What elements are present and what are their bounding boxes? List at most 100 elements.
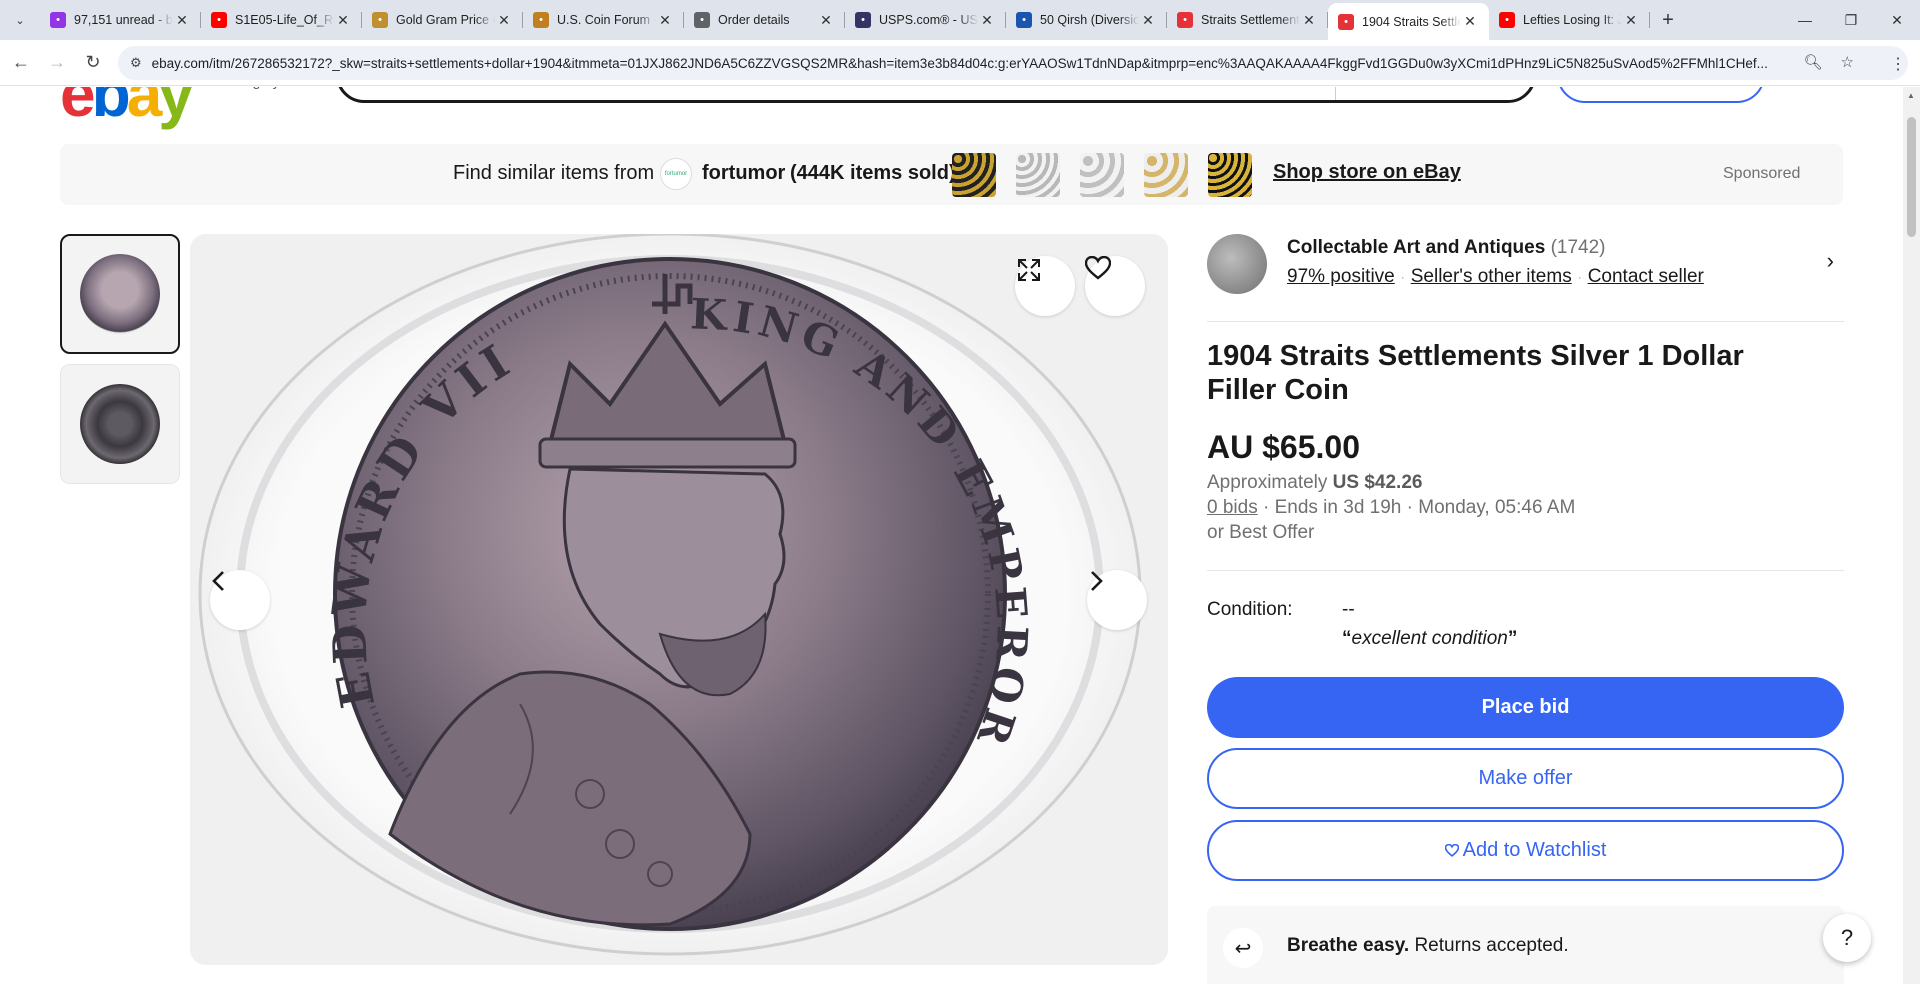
ebay-logo[interactable]: ebay [60,87,194,131]
approx-label: Approximately [1207,472,1328,493]
close-window-button[interactable]: ✕ [1874,0,1920,40]
seller-card: Collectable Art and Antiques (1742) 97% … [1207,234,1844,322]
new-tab-button[interactable]: + [1650,3,1686,37]
close-tab-icon[interactable]: ✕ [1622,11,1640,29]
store-item-thumb[interactable] [952,153,996,197]
browser-tab[interactable]: • USPS.com® - USP ✕ [845,3,1006,37]
coin-obverse-thumb [80,254,160,334]
condition-quote: excellent condition [1351,628,1508,649]
main-image[interactable]: EDWARD VII KING AND EMPEROR [190,234,1168,965]
scrollbar-thumb[interactable] [1907,117,1916,237]
returns-banner: ↩ Breathe easy. Returns accepted. [1207,906,1844,984]
close-tab-icon[interactable]: ✕ [817,11,835,29]
end-time: Monday, 05:46 AM [1418,497,1576,518]
address-bar[interactable]: ⚙ ebay.com/itm/267286532172?_skw=straits… [118,46,1908,80]
seller-other-items-link[interactable]: Seller's other items [1411,266,1572,288]
return-arrow-icon: ↩ [1223,928,1263,968]
bids-link[interactable]: 0 bids [1207,497,1258,518]
back-button[interactable]: ← [6,48,36,78]
logo-letter-y: y [158,87,194,130]
tab-search-button[interactable]: ⌄ [0,0,40,40]
page-content: ebay category Find similar items from fo… [0,87,1903,984]
thumbnail-reverse[interactable] [60,364,180,484]
browser-tab[interactable]: • U.S. Coin Forum - ✕ [523,3,684,37]
previous-image-button[interactable] [210,570,270,630]
place-bid-button[interactable]: Place bid [1207,677,1844,738]
search-divider [1335,87,1336,100]
seller-links: 97% positive · Seller's other items · Co… [1287,266,1704,288]
search-input[interactable] [336,87,1536,103]
site-info-icon[interactable]: ⚙ [130,55,142,71]
browser-tab[interactable]: • 97,151 unread - b ✕ [40,3,201,37]
watchlist-label: Add to Watchlist [1462,839,1607,861]
close-tab-icon[interactable]: ✕ [495,11,513,29]
store-name[interactable]: fortumor [702,162,785,185]
tab-title: Order details [718,13,790,27]
close-tab-icon[interactable]: ✕ [1300,11,1318,29]
forward-button[interactable]: → [42,48,72,78]
category-label[interactable]: category [226,87,280,89]
store-item-thumb[interactable] [1080,153,1124,197]
approx-value: US $42.26 [1332,472,1423,493]
returns-text: Breathe easy. Returns accepted. [1287,935,1569,957]
condition-description: “excellent condition” [1342,628,1518,649]
bid-info: 0 bids · Ends in 3d 19h · Monday, 05:46 … [1207,497,1576,518]
store-logo[interactable]: fortumor [660,158,692,190]
page-scrollbar[interactable]: ▲ [1903,87,1920,984]
heart-icon [1444,844,1459,857]
make-offer-button[interactable]: Make offer [1207,748,1844,809]
ebay-icon: • [1338,13,1354,30]
close-tab-icon[interactable]: ✕ [656,11,674,29]
browser-tab[interactable]: • Order details ✕ [684,3,845,37]
feedback-count: (1742) [1550,237,1606,258]
store-item-thumb[interactable] [1208,153,1252,197]
bookmark-star-icon[interactable]: ☆ [1841,53,1854,71]
positive-feedback-link[interactable]: 97% positive [1287,266,1395,288]
scroll-up-arrow[interactable]: ▲ [1907,91,1915,100]
browser-tab[interactable]: • Lefties Losing It: J ✕ [1489,3,1650,37]
usps-icon: • [855,12,871,28]
globe-icon: • [694,12,710,28]
close-tab-icon[interactable]: ✕ [1139,11,1157,29]
tab-title: 97,151 unread - b [74,13,173,27]
store-item-thumb[interactable] [1016,153,1060,197]
close-tab-icon[interactable]: ✕ [978,11,996,29]
search-button[interactable] [1557,87,1765,103]
chevron-left-icon [212,571,224,591]
store-item-thumb[interactable] [1144,153,1188,197]
fullscreen-button[interactable] [1015,256,1075,316]
seller-avatar[interactable] [1207,234,1267,294]
numista-icon: • [1016,12,1032,28]
tab-title: Gold Gram Price C [396,13,495,27]
reload-button[interactable]: ↻ [78,48,108,78]
favorite-button[interactable] [1085,256,1145,316]
next-image-button[interactable] [1087,570,1147,630]
browser-menu-icon[interactable]: ⋮ [1890,54,1906,74]
browser-tab[interactable]: • S1E05-Life_Of_Ril ✕ [201,3,362,37]
help-button[interactable]: ? [1823,914,1871,962]
seller-name[interactable]: Collectable Art and Antiques [1287,237,1545,258]
thumbnail-obverse[interactable] [60,234,180,354]
tab-title: U.S. Coin Forum - [557,13,656,27]
minimize-button[interactable]: — [1782,0,1828,40]
close-tab-icon[interactable]: ✕ [1461,13,1479,31]
chevron-right-icon[interactable]: › [1827,248,1834,274]
browser-tab[interactable]: • 50 Qirsh (Diversio ✕ [1006,3,1167,37]
browser-tab[interactable]: • 1904 Straits Settle ✕ [1328,3,1489,40]
condition-label: Condition: [1207,599,1293,620]
close-tab-icon[interactable]: ✕ [334,11,352,29]
find-similar-text: Find similar items from [453,162,655,184]
browser-tab[interactable]: • Straits Settlement ✕ [1167,3,1328,37]
youtube-icon: • [1499,12,1515,28]
zoom-icon[interactable]: 🔍︎ [1804,53,1823,71]
seller-name-line[interactable]: Collectable Art and Antiques (1742) [1287,237,1606,259]
shop-store-link[interactable]: Shop store on eBay [1273,161,1461,184]
contact-seller-link[interactable]: Contact seller [1588,266,1704,288]
youtube-icon: • [211,12,227,28]
close-tab-icon[interactable]: ✕ [173,11,191,29]
divider [1207,570,1844,571]
add-to-watchlist-button[interactable]: Add to Watchlist [1207,820,1844,881]
tab-title: Lefties Losing It: J [1523,13,1622,27]
browser-tab[interactable]: • Gold Gram Price C ✕ [362,3,523,37]
maximize-button[interactable]: ❐ [1828,0,1874,40]
